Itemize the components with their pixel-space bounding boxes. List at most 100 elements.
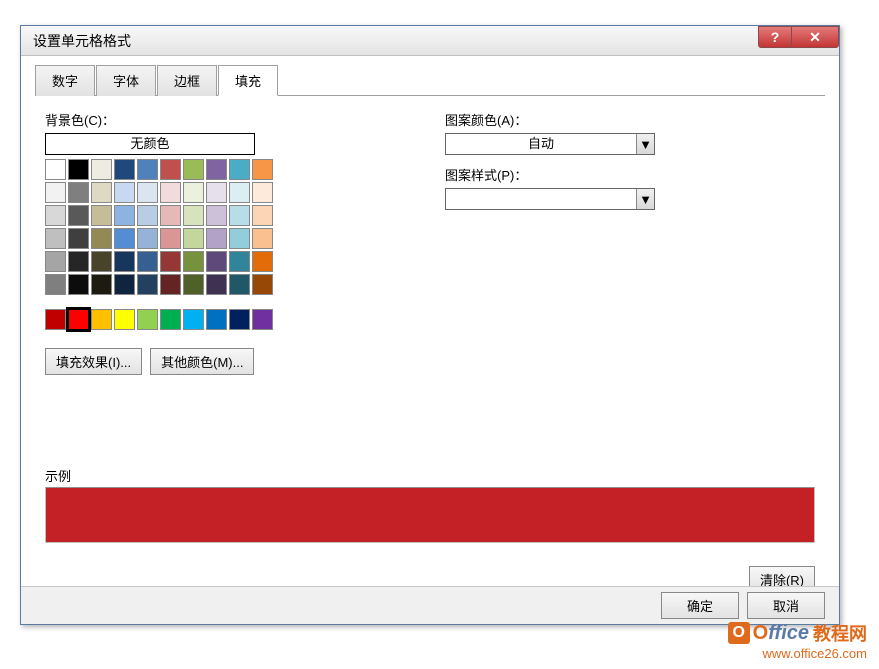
color-swatch[interactable]	[183, 182, 204, 203]
color-swatch[interactable]	[91, 228, 112, 249]
color-swatch[interactable]	[68, 274, 89, 295]
color-swatch[interactable]	[206, 159, 227, 180]
theme-color-palette	[45, 159, 405, 295]
color-swatch[interactable]	[160, 251, 181, 272]
color-swatch[interactable]	[45, 205, 66, 226]
color-swatch[interactable]	[206, 205, 227, 226]
office-icon: O	[728, 622, 750, 644]
close-button[interactable]: ✕	[791, 26, 839, 48]
pattern-color-combo[interactable]: 自动 ▼	[445, 133, 655, 155]
pattern-color-value: 自动	[446, 134, 636, 154]
color-swatch[interactable]	[160, 309, 181, 330]
color-swatch[interactable]	[137, 228, 158, 249]
example-preview	[45, 487, 815, 543]
color-swatch[interactable]	[91, 309, 112, 330]
color-swatch[interactable]	[229, 159, 250, 180]
color-swatch[interactable]	[206, 274, 227, 295]
color-swatch[interactable]	[160, 205, 181, 226]
color-swatch[interactable]	[114, 309, 135, 330]
color-swatch[interactable]	[45, 274, 66, 295]
color-swatch[interactable]	[160, 228, 181, 249]
help-button[interactable]: ?	[758, 26, 792, 48]
ok-button[interactable]: 确定	[661, 592, 739, 619]
color-swatch[interactable]	[137, 159, 158, 180]
right-column: 图案颜色(A)： 自动 ▼ 图案样式(P)： ▼	[445, 110, 655, 375]
cancel-button[interactable]: 取消	[747, 592, 825, 619]
tab-fill[interactable]: 填充	[218, 65, 278, 96]
color-swatch[interactable]	[229, 251, 250, 272]
watermark-brand-o: O	[753, 622, 769, 645]
color-swatch[interactable]	[114, 182, 135, 203]
color-swatch[interactable]	[252, 274, 273, 295]
no-color-button[interactable]: 无颜色	[45, 133, 255, 155]
color-swatch[interactable]	[91, 182, 112, 203]
color-swatch[interactable]	[252, 159, 273, 180]
color-swatch[interactable]	[68, 251, 89, 272]
fill-effects-button[interactable]: 填充效果(I)...	[45, 348, 142, 375]
color-swatch[interactable]	[183, 251, 204, 272]
color-swatch[interactable]	[68, 228, 89, 249]
color-swatch[interactable]	[68, 159, 89, 180]
color-swatch[interactable]	[137, 309, 158, 330]
color-swatch[interactable]	[91, 159, 112, 180]
color-swatch[interactable]	[45, 182, 66, 203]
pattern-style-label: 图案样式(P)：	[445, 165, 655, 184]
color-swatch[interactable]	[183, 309, 204, 330]
color-swatch[interactable]	[183, 159, 204, 180]
dialog-footer: 确定 取消	[21, 586, 839, 624]
color-swatch[interactable]	[183, 205, 204, 226]
color-swatch[interactable]	[68, 205, 89, 226]
watermark: O Office 教程网 www.office26.com	[728, 620, 867, 661]
color-swatch[interactable]	[137, 205, 158, 226]
fill-panel: 背景色(C)： 无颜色 填充效果(I)... 其他颜色(M)... 图案颜色(A…	[35, 104, 825, 381]
color-swatch[interactable]	[229, 274, 250, 295]
color-swatch[interactable]	[114, 159, 135, 180]
pattern-style-combo[interactable]: ▼	[445, 188, 655, 210]
color-swatch[interactable]	[91, 251, 112, 272]
color-swatch[interactable]	[45, 228, 66, 249]
color-swatch[interactable]	[91, 274, 112, 295]
color-swatch[interactable]	[137, 274, 158, 295]
color-swatch[interactable]	[252, 228, 273, 249]
window-title: 设置单元格格式	[33, 31, 131, 51]
color-swatch[interactable]	[45, 251, 66, 272]
fill-buttons-row: 填充效果(I)... 其他颜色(M)...	[45, 348, 405, 375]
color-swatch[interactable]	[45, 159, 66, 180]
color-swatch[interactable]	[45, 309, 66, 330]
color-swatch[interactable]	[114, 228, 135, 249]
color-swatch[interactable]	[252, 251, 273, 272]
color-swatch[interactable]	[183, 228, 204, 249]
tab-number[interactable]: 数字	[35, 65, 95, 96]
pattern-color-label: 图案颜色(A)：	[445, 110, 655, 129]
color-swatch[interactable]	[252, 205, 273, 226]
color-swatch[interactable]	[206, 182, 227, 203]
color-swatch[interactable]	[183, 274, 204, 295]
more-colors-button[interactable]: 其他颜色(M)...	[150, 348, 254, 375]
color-swatch[interactable]	[206, 251, 227, 272]
color-swatch[interactable]	[114, 274, 135, 295]
color-swatch[interactable]	[160, 274, 181, 295]
dialog-content: 数字 字体 边框 填充 背景色(C)： 无颜色 填充效果(I)... 其他颜色(…	[21, 56, 839, 586]
chevron-down-icon: ▼	[636, 189, 654, 209]
color-swatch[interactable]	[137, 182, 158, 203]
color-swatch[interactable]	[114, 251, 135, 272]
color-swatch[interactable]	[114, 205, 135, 226]
color-swatch[interactable]	[91, 205, 112, 226]
color-swatch[interactable]	[252, 182, 273, 203]
tab-border[interactable]: 边框	[157, 65, 217, 96]
color-swatch[interactable]	[229, 228, 250, 249]
color-swatch[interactable]	[137, 251, 158, 272]
tab-font[interactable]: 字体	[96, 65, 156, 96]
color-swatch[interactable]	[68, 309, 89, 330]
color-swatch[interactable]	[229, 309, 250, 330]
color-swatch[interactable]	[68, 182, 89, 203]
example-section: 示例	[45, 466, 815, 543]
color-swatch[interactable]	[229, 205, 250, 226]
color-swatch[interactable]	[229, 182, 250, 203]
color-swatch[interactable]	[160, 182, 181, 203]
color-swatch[interactable]	[160, 159, 181, 180]
color-swatch[interactable]	[206, 228, 227, 249]
standard-color-row	[45, 309, 405, 330]
color-swatch[interactable]	[206, 309, 227, 330]
color-swatch[interactable]	[252, 309, 273, 330]
